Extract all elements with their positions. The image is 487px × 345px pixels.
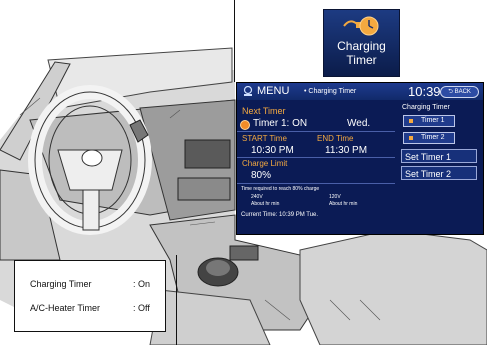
end-time-label: END Time: [317, 134, 354, 143]
leader-line-status: [176, 255, 177, 345]
next-timer-heading: Next Timer: [242, 106, 286, 116]
v120-label: 120V: [329, 194, 341, 200]
start-time-label: START Time: [242, 134, 287, 143]
timer1-indicator-icon: [409, 119, 413, 123]
icon-label-line1: Charging: [337, 39, 386, 53]
meter-status-display: Charging Timer : On A/C-Heater Timer : O…: [14, 260, 166, 332]
menu-label[interactable]: MENU: [257, 85, 289, 97]
back-label: BACK: [454, 89, 471, 95]
status-label: Charging Timer: [30, 279, 92, 289]
divider: [237, 183, 395, 184]
timer2-indicator-icon: [409, 136, 413, 140]
divider: [237, 131, 395, 132]
v240-value: About hr min: [251, 201, 280, 207]
breadcrumb: • Charging Timer: [304, 88, 357, 95]
set-timer2-button[interactable]: Set Timer 2: [401, 166, 477, 180]
clock: 10:39: [408, 84, 441, 99]
status-value: : Off: [133, 303, 150, 313]
end-time-value: 11:30 PM: [325, 145, 368, 156]
plug-clock-icon: [343, 16, 379, 36]
v120-value: About hr min: [329, 201, 358, 207]
icon-label-line2: Timer: [346, 53, 377, 67]
timer1-label: Timer 1: [421, 117, 445, 124]
start-time-value: 10:30 PM: [251, 145, 294, 156]
charge-limit-label: Charge Limit: [242, 159, 288, 168]
current-time: Current Time: 10:39 PM Tue.: [241, 212, 319, 218]
next-timer-day: Wed.: [347, 118, 371, 129]
back-button[interactable]: ⮌ BACK: [440, 86, 479, 98]
timer2-label: Timer 2: [421, 134, 445, 141]
right-panel-title: Charging Timer: [402, 104, 450, 111]
charging-timer-screen: MENU • Charging Timer 10:39 ⮌ BACK Next …: [236, 82, 484, 235]
timer1-toggle[interactable]: Timer 1: [403, 115, 455, 127]
timer2-toggle[interactable]: Timer 2: [403, 132, 455, 144]
status-label: A/C-Heater Timer: [30, 303, 101, 313]
screen-header: MENU • Charging Timer 10:39 ⮌ BACK: [237, 83, 483, 100]
v240-label: 240V: [251, 194, 263, 200]
charging-timer-app-icon[interactable]: Charging Timer: [323, 9, 400, 77]
next-timer-text: Timer 1: ON: [253, 118, 308, 129]
status-value: : On: [133, 279, 151, 289]
divider: [237, 157, 395, 158]
set-timer1-button[interactable]: Set Timer 1: [401, 149, 477, 163]
charge-limit-value: 80%: [251, 170, 272, 181]
timer-status-icon: [240, 120, 250, 130]
menu-icon[interactable]: [243, 86, 253, 97]
leader-line-screen: [234, 0, 235, 82]
back-arrow-icon: ⮌: [448, 89, 453, 95]
time-required-label: Time required to reach 80% charge: [241, 186, 320, 192]
